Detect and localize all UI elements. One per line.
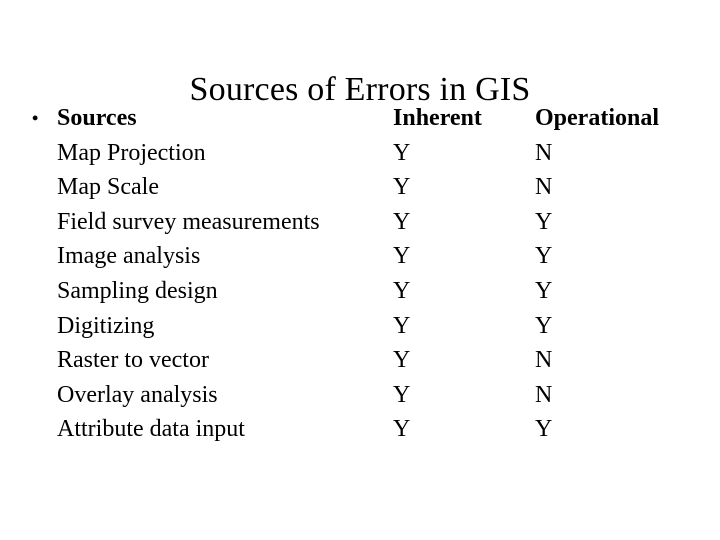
cell-operational: N bbox=[535, 174, 553, 201]
table-row: Digitizing Y Y bbox=[0, 309, 720, 344]
table-row: Field survey measurements Y Y bbox=[0, 205, 720, 240]
cell-source: Image analysis bbox=[57, 243, 201, 270]
cell-source: Sampling design bbox=[57, 277, 218, 304]
column-header-inherent: Inherent bbox=[393, 105, 482, 131]
slide: Sources of Errors in GIS • Sources Inher… bbox=[0, 0, 720, 540]
table-row: Attribute data input Y Y bbox=[0, 412, 720, 447]
cell-inherent: Y bbox=[393, 174, 411, 201]
column-header-operational: Operational bbox=[535, 105, 659, 131]
cell-operational: N bbox=[535, 347, 553, 374]
table-row: Map Projection Y N bbox=[0, 136, 720, 171]
errors-table: • Sources Inherent Operational Map Proje… bbox=[0, 101, 720, 447]
cell-source: Field survey measurements bbox=[57, 208, 320, 235]
cell-source: Attribute data input bbox=[57, 416, 245, 443]
column-header-sources: Sources bbox=[57, 105, 137, 131]
cell-inherent: Y bbox=[393, 347, 411, 374]
cell-inherent: Y bbox=[393, 381, 411, 408]
cell-source: Map Scale bbox=[57, 174, 159, 201]
table-row: Map Scale Y N bbox=[0, 170, 720, 205]
cell-operational: N bbox=[535, 381, 553, 408]
cell-source: Map Projection bbox=[57, 139, 206, 166]
cell-source: Raster to vector bbox=[57, 347, 209, 374]
table-row: Sampling design Y Y bbox=[0, 274, 720, 309]
cell-operational: Y bbox=[535, 277, 553, 304]
cell-inherent: Y bbox=[393, 312, 411, 339]
cell-inherent: Y bbox=[393, 277, 411, 304]
cell-operational: Y bbox=[535, 208, 553, 235]
cell-source: Digitizing bbox=[57, 312, 155, 339]
cell-operational: N bbox=[535, 139, 553, 166]
table-row: Image analysis Y Y bbox=[0, 239, 720, 274]
cell-inherent: Y bbox=[393, 208, 411, 235]
bullet-icon: • bbox=[32, 108, 39, 128]
cell-inherent: Y bbox=[393, 139, 411, 166]
cell-source: Overlay analysis bbox=[57, 381, 218, 408]
table-row: Overlay analysis Y N bbox=[0, 378, 720, 413]
table-row: Raster to vector Y N bbox=[0, 343, 720, 378]
cell-operational: Y bbox=[535, 312, 553, 339]
cell-inherent: Y bbox=[393, 243, 411, 270]
table-header-row: • Sources Inherent Operational bbox=[0, 101, 720, 136]
cell-operational: Y bbox=[535, 416, 553, 443]
cell-operational: Y bbox=[535, 243, 553, 270]
cell-inherent: Y bbox=[393, 416, 411, 443]
